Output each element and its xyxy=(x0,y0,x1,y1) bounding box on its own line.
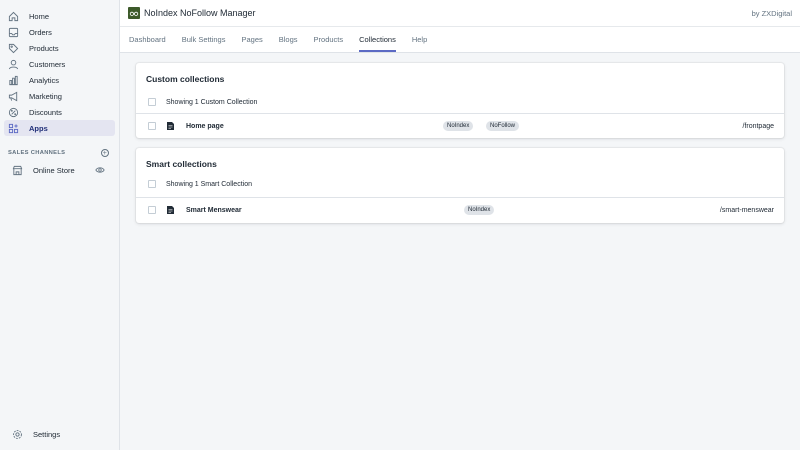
tab-help[interactable]: Help xyxy=(412,27,427,52)
nofollow-badge: NoFollow xyxy=(486,121,520,131)
sidebar-item-customers[interactable]: Customers xyxy=(4,56,115,72)
table-row[interactable]: Home page NoIndex NoFollow /frontpage xyxy=(136,113,784,138)
discount-icon xyxy=(8,107,19,118)
sidebar-item-label: Analytics xyxy=(29,75,60,85)
developer-credit: by ZXDigital xyxy=(751,8,792,18)
sidebar-item-online-store[interactable]: Online Store xyxy=(8,162,111,178)
row-checkbox[interactable] xyxy=(148,122,156,130)
eye-icon[interactable] xyxy=(95,165,105,175)
sidebar-item-home[interactable]: Home xyxy=(4,8,115,24)
sales-channels-header: SALES CHANNELS + xyxy=(8,149,109,157)
custom-collections-card: Custom collections Showing 1 Custom Coll… xyxy=(136,63,784,138)
sidebar-item-label: Products xyxy=(29,43,59,53)
sidebar-item-orders[interactable]: Orders xyxy=(4,24,115,40)
smart-collections-card: Smart collections Showing 1 Smart Collec… xyxy=(136,148,784,223)
collection-name[interactable]: Home page xyxy=(186,123,224,130)
card-title: Custom collections xyxy=(146,74,225,84)
select-all-checkbox[interactable] xyxy=(148,98,156,106)
apps-icon xyxy=(8,123,19,134)
tab-blogs[interactable]: Blogs xyxy=(279,27,298,52)
sidebar-item-label: Home xyxy=(29,11,50,21)
home-icon xyxy=(8,11,19,22)
sidebar-item-label: Settings xyxy=(33,429,61,439)
sidebar-nav: Home Orders Products Customers Analytics xyxy=(0,0,119,136)
tab-bulk-settings[interactable]: Bulk Settings xyxy=(182,27,226,52)
select-all-row: Showing 1 Custom Collection xyxy=(136,90,784,114)
sidebar-item-label: Apps xyxy=(29,123,48,133)
select-all-row: Showing 1 Smart Collection xyxy=(136,172,784,196)
collection-handle: /frontpage xyxy=(742,122,774,130)
sales-channels-label: SALES CHANNELS xyxy=(8,150,66,156)
collection-name[interactable]: Smart Menswear xyxy=(186,207,242,214)
card-title: Smart collections xyxy=(146,159,217,169)
orders-icon xyxy=(8,27,19,38)
tab-products[interactable]: Products xyxy=(314,27,344,52)
sidebar: Home Orders Products Customers Analytics xyxy=(0,0,120,450)
sidebar-item-settings[interactable]: Settings xyxy=(8,426,111,442)
sidebar-item-label: Online Store xyxy=(33,165,75,175)
app-logo-icon xyxy=(128,7,140,19)
select-all-checkbox[interactable] xyxy=(148,180,156,188)
noindex-badge: NoIndex xyxy=(443,121,474,131)
tab-dashboard[interactable]: Dashboard xyxy=(129,27,166,52)
store-icon xyxy=(12,165,23,176)
gear-icon xyxy=(12,429,23,440)
tab-bar: Dashboard Bulk Settings Pages Blogs Prod… xyxy=(120,27,800,53)
bar-chart-icon xyxy=(8,75,19,86)
tab-collections[interactable]: Collections xyxy=(359,27,396,52)
sidebar-item-label: Customers xyxy=(29,59,66,69)
row-checkbox[interactable] xyxy=(148,206,156,214)
sidebar-item-apps[interactable]: Apps xyxy=(4,120,115,136)
person-icon xyxy=(8,59,19,70)
showing-count: Showing 1 Smart Collection xyxy=(166,180,252,188)
tab-pages[interactable]: Pages xyxy=(241,27,262,52)
sidebar-item-discounts[interactable]: Discounts xyxy=(4,104,115,120)
add-sales-channel-icon[interactable]: + xyxy=(101,149,109,157)
app-header: NoIndex NoFollow Manager by ZXDigital xyxy=(120,0,800,27)
sidebar-item-label: Orders xyxy=(29,27,52,37)
sidebar-item-analytics[interactable]: Analytics xyxy=(4,72,115,88)
document-icon xyxy=(167,206,174,214)
showing-count: Showing 1 Custom Collection xyxy=(166,98,258,106)
app-title: NoIndex NoFollow Manager xyxy=(144,8,256,18)
tag-icon xyxy=(8,43,19,54)
sidebar-item-label: Marketing xyxy=(29,91,62,101)
document-icon xyxy=(167,122,174,130)
noindex-badge: NoIndex xyxy=(464,205,495,215)
sidebar-item-products[interactable]: Products xyxy=(4,40,115,56)
table-row[interactable]: Smart Menswear NoIndex /smart-menswear xyxy=(136,197,784,222)
sidebar-item-marketing[interactable]: Marketing xyxy=(4,88,115,104)
collection-handle: /smart-menswear xyxy=(719,206,774,214)
megaphone-icon xyxy=(8,91,19,102)
sidebar-item-label: Discounts xyxy=(29,107,62,117)
